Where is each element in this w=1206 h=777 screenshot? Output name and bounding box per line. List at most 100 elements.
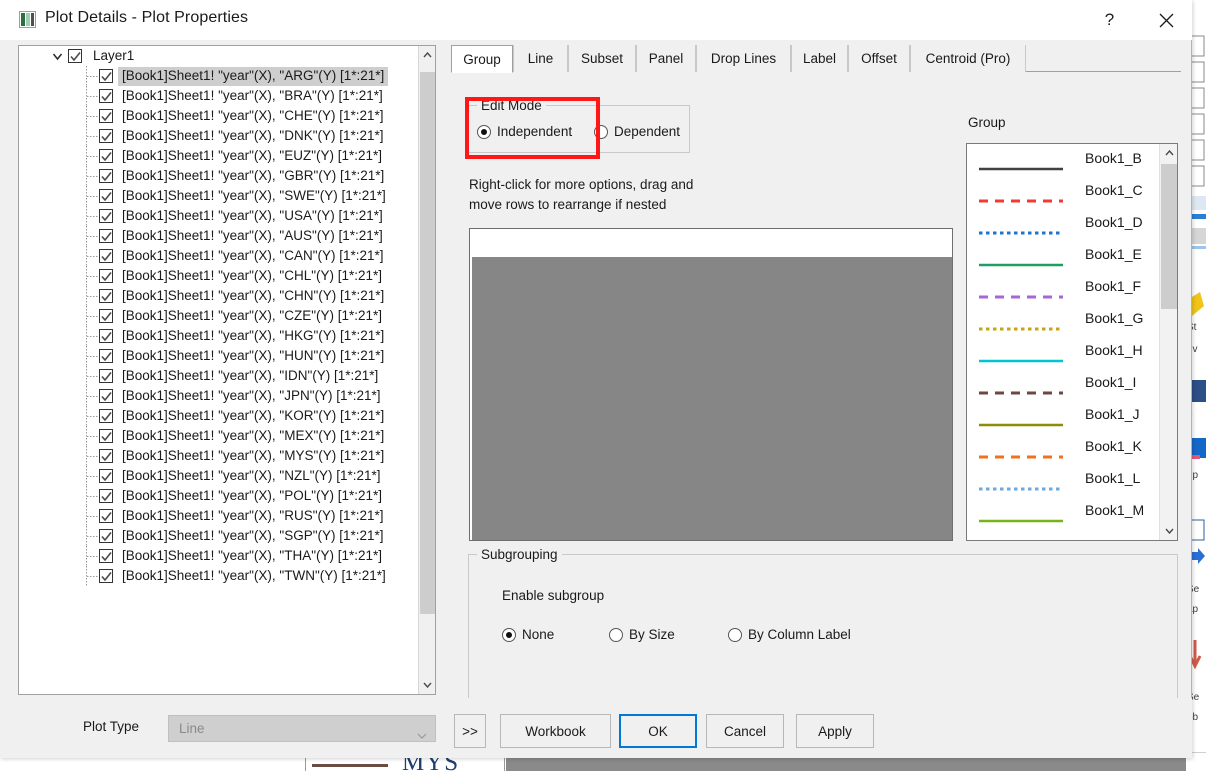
tree-plot-checkbox[interactable] — [99, 549, 113, 563]
close-icon[interactable] — [1143, 0, 1190, 40]
group-list-item[interactable]: Book1_M — [967, 496, 1177, 528]
tree-plot-checkbox[interactable] — [99, 169, 113, 183]
group-scroll-up-icon[interactable] — [1160, 144, 1177, 162]
group-list-item[interactable]: Book1_D — [967, 208, 1177, 240]
radio-dependent[interactable]: Dependent — [594, 124, 680, 139]
group-list-item[interactable]: Book1_F — [967, 272, 1177, 304]
radio-independent[interactable]: Independent — [477, 124, 572, 139]
workbook-button[interactable]: Workbook — [500, 714, 611, 748]
tree-plot-checkbox[interactable] — [99, 509, 113, 523]
tree-plot-row[interactable]: [Book1]Sheet1! "year"(X), "TWN"(Y) [1*:2… — [19, 566, 419, 586]
tab-panel[interactable]: Panel — [636, 45, 696, 72]
group-list-rows[interactable]: Book1_B Book1_C Book1_D Book1_E Book1_F Book1… — [967, 144, 1177, 528]
tree-plot-checkbox[interactable] — [99, 329, 113, 343]
tree-plot-checkbox[interactable] — [99, 529, 113, 543]
tree-plot-checkbox[interactable] — [99, 129, 113, 143]
tree-plot-row[interactable]: [Book1]Sheet1! "year"(X), "USA"(Y) [1*:2… — [19, 206, 419, 226]
group-list-item[interactable]: Book1_B — [967, 144, 1177, 176]
tree-plot-row[interactable]: [Book1]Sheet1! "year"(X), "DNK"(Y) [1*:2… — [19, 126, 419, 146]
tree-plot-row[interactable]: [Book1]Sheet1! "year"(X), "BRA"(Y) [1*:2… — [19, 86, 419, 106]
tree-plot-row[interactable]: [Book1]Sheet1! "year"(X), "THA"(Y) [1*:2… — [19, 546, 419, 566]
tree-plot-row[interactable]: [Book1]Sheet1! "year"(X), "MYS"(Y) [1*:2… — [19, 446, 419, 466]
ok-button[interactable]: OK — [619, 714, 697, 748]
plot-tree-list[interactable]: Layer1 [Book1]Sheet1! "year"(X), "ARG"(Y)… — [19, 46, 419, 694]
tree-plot-row[interactable]: [Book1]Sheet1! "year"(X), "POL"(Y) [1*:2… — [19, 486, 419, 506]
group-scroll-down-icon[interactable] — [1160, 522, 1177, 540]
tree-plot-row[interactable]: [Book1]Sheet1! "year"(X), "GBR"(Y) [1*:2… — [19, 166, 419, 186]
tree-plot-row[interactable]: [Book1]Sheet1! "year"(X), "NZL"(Y) [1*:2… — [19, 466, 419, 486]
scroll-up-icon[interactable] — [419, 46, 435, 64]
tree-plot-checkbox[interactable] — [99, 289, 113, 303]
tree-plot-checkbox[interactable] — [99, 89, 113, 103]
property-tabs[interactable]: Group Line Subset Panel Drop Lines Label Offse… — [451, 45, 1181, 73]
tree-plot-checkbox[interactable] — [99, 309, 113, 323]
tree-plot-row[interactable]: [Book1]Sheet1! "year"(X), "SWE"(Y) [1*:2… — [19, 186, 419, 206]
tab-centroid-pro[interactable]: Centroid (Pro) — [910, 45, 1026, 72]
tree-scrollbar-thumb[interactable] — [420, 72, 435, 614]
tree-plot-row[interactable]: [Book1]Sheet1! "year"(X), "JPN"(Y) [1*:2… — [19, 386, 419, 406]
tree-plot-row[interactable]: [Book1]Sheet1! "year"(X), "RUS"(Y) [1*:2… — [19, 506, 419, 526]
tree-plot-row[interactable]: [Book1]Sheet1! "year"(X), "CAN"(Y) [1*:2… — [19, 246, 419, 266]
tree-plot-row[interactable]: [Book1]Sheet1! "year"(X), "CHE"(Y) [1*:2… — [19, 106, 419, 126]
group-list-item[interactable]: Book1_G — [967, 304, 1177, 336]
tree-plot-row[interactable]: [Book1]Sheet1! "year"(X), "MEX"(Y) [1*:2… — [19, 426, 419, 446]
tree-plot-checkbox[interactable] — [99, 429, 113, 443]
tree-plot-row[interactable]: [Book1]Sheet1! "year"(X), "CHN"(Y) [1*:2… — [19, 286, 419, 306]
tree-plot-row[interactable]: [Book1]Sheet1! "year"(X), "EUZ"(Y) [1*:2… — [19, 146, 419, 166]
apply-button[interactable]: Apply — [796, 714, 874, 748]
tree-scrollbar[interactable] — [418, 46, 435, 694]
chevron-down-icon[interactable] — [52, 51, 63, 62]
group-list-item[interactable]: Book1_I — [967, 368, 1177, 400]
tree-plot-row[interactable]: [Book1]Sheet1! "year"(X), "CZE"(Y) [1*:2… — [19, 306, 419, 326]
group-list-item[interactable]: Book1_E — [967, 240, 1177, 272]
cancel-button[interactable]: Cancel — [706, 714, 784, 748]
tree-plot-row[interactable]: [Book1]Sheet1! "year"(X), "HKG"(Y) [1*:2… — [19, 326, 419, 346]
tree-root-checkbox[interactable] — [68, 49, 82, 63]
tab-line[interactable]: Line — [513, 45, 568, 72]
plot-tree-panel[interactable]: Layer1 [Book1]Sheet1! "year"(X), "ARG"(Y)… — [18, 45, 436, 695]
group-increment-table-body[interactable] — [472, 257, 952, 540]
group-list[interactable]: Book1_B Book1_C Book1_D Book1_E Book1_F Book1… — [966, 143, 1178, 541]
tree-plot-row[interactable]: [Book1]Sheet1! "year"(X), "KOR"(Y) [1*:2… — [19, 406, 419, 426]
tree-plot-checkbox[interactable] — [99, 149, 113, 163]
radio-subgroup-by-column-label[interactable]: By Column Label — [728, 627, 851, 642]
help-button[interactable]: ? — [1086, 0, 1133, 40]
tree-plot-row[interactable]: [Book1]Sheet1! "year"(X), "HUN"(Y) [1*:2… — [19, 346, 419, 366]
tree-plot-checkbox[interactable] — [99, 449, 113, 463]
tree-plot-row[interactable]: [Book1]Sheet1! "year"(X), "AUS"(Y) [1*:2… — [19, 226, 419, 246]
tree-plot-checkbox[interactable] — [99, 569, 113, 583]
tab-group[interactable]: Group — [451, 45, 513, 73]
radio-subgroup-by-size[interactable]: By Size — [609, 627, 675, 642]
group-list-scrollbar[interactable] — [1159, 144, 1177, 540]
tree-plot-checkbox[interactable] — [99, 469, 113, 483]
tree-plot-row[interactable]: [Book1]Sheet1! "year"(X), "SGP"(Y) [1*:2… — [19, 526, 419, 546]
tree-plot-row[interactable]: [Book1]Sheet1! "year"(X), "CHL"(Y) [1*:2… — [19, 266, 419, 286]
tree-plot-checkbox[interactable] — [99, 349, 113, 363]
tree-plot-checkbox[interactable] — [99, 389, 113, 403]
tree-plot-checkbox[interactable] — [99, 409, 113, 423]
tree-plot-checkbox[interactable] — [99, 269, 113, 283]
expand-button[interactable]: >> — [454, 714, 486, 748]
tree-plot-checkbox[interactable] — [99, 189, 113, 203]
tree-root-layer1[interactable]: Layer1 — [19, 46, 419, 66]
scroll-down-icon[interactable] — [419, 676, 435, 694]
group-increment-table[interactable] — [469, 228, 953, 541]
plot-type-select[interactable]: Line — [168, 715, 436, 742]
group-list-scrollbar-thumb[interactable] — [1161, 164, 1177, 309]
tab-offset[interactable]: Offset — [848, 45, 910, 72]
group-list-item[interactable]: Book1_L — [967, 464, 1177, 496]
group-list-item[interactable]: Book1_J — [967, 400, 1177, 432]
tree-plot-checkbox[interactable] — [99, 369, 113, 383]
tree-plot-checkbox[interactable] — [99, 229, 113, 243]
tree-plot-checkbox[interactable] — [99, 489, 113, 503]
radio-subgroup-none[interactable]: None — [502, 627, 554, 642]
group-list-item[interactable]: Book1_H — [967, 336, 1177, 368]
tree-plot-checkbox[interactable] — [99, 209, 113, 223]
tab-label[interactable]: Label — [791, 45, 848, 72]
tab-subset[interactable]: Subset — [568, 45, 636, 72]
tab-drop-lines[interactable]: Drop Lines — [696, 45, 791, 72]
tree-plot-checkbox[interactable] — [99, 249, 113, 263]
group-list-item[interactable]: Book1_K — [967, 432, 1177, 464]
tree-plot-checkbox[interactable] — [99, 109, 113, 123]
tree-plot-checkbox[interactable] — [99, 69, 113, 83]
